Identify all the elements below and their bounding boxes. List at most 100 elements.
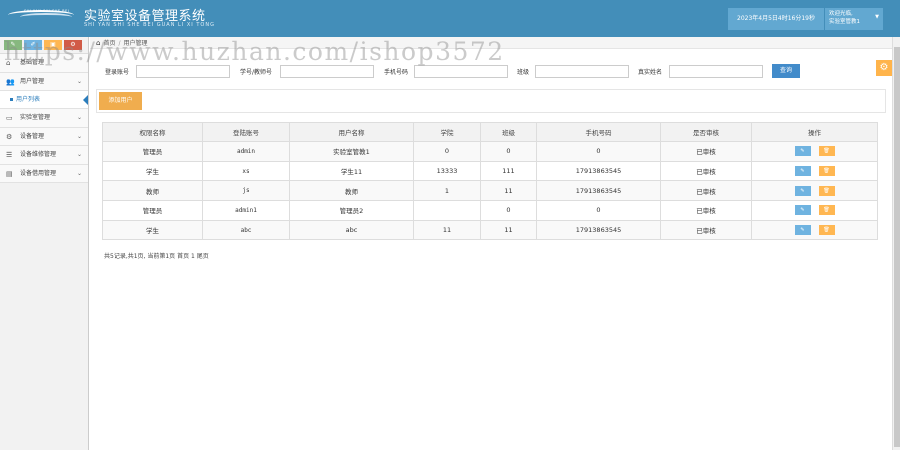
logo: SHI YAN SHI SHE BEI [6, 7, 78, 29]
shortcut-bar: ✎ ✐ ▣ ⚙ [0, 37, 88, 54]
table-cell: admin [202, 141, 290, 162]
sidebar-subitem-user-list[interactable]: 用户列表 [0, 91, 88, 109]
table-cell: admin1 [202, 200, 290, 221]
student-id-label: 学号/教师号 [240, 69, 273, 76]
col-class: 班级 [480, 122, 537, 142]
user-table: 权限名称 登陆账号 用户名称 学院 班级 手机号码 是否审核 操作 管理员 adm… [102, 122, 878, 241]
real-name-input[interactable] [669, 65, 763, 78]
logo-text: SHI YAN SHI SHE BEI [24, 9, 70, 13]
settings-gear-icon[interactable]: ⚙ [876, 60, 892, 76]
trash-icon[interactable]: 🗑 [818, 146, 835, 157]
monitor-icon: ▭ [6, 114, 13, 122]
sidebar: ✎ ✐ ▣ ⚙ ⌂ 基础管理 👥 用户管理 ⌄ 用户列表 ▭ 实验室管理 ⌄ ⚙… [0, 37, 89, 450]
login-account-label: 登录账号 [105, 69, 130, 76]
edit-icon[interactable]: ✎ [794, 146, 811, 157]
real-name-label: 真实姓名 [638, 69, 663, 76]
phone-input[interactable] [414, 65, 508, 78]
edit-icon[interactable]: ✎ [794, 185, 811, 196]
actions-cell: ✎ 🗑 [751, 219, 878, 241]
table-row: 学生 xs 学生11 13333 111 17913863545 已审核 ✎ 🗑 [102, 160, 878, 182]
table-cell: 教师 [289, 180, 414, 202]
trash-icon[interactable]: 🗑 [818, 205, 835, 216]
vertical-scrollbar[interactable] [892, 37, 900, 450]
actions-cell: ✎ 🗑 [751, 180, 878, 202]
shortcut-group-icon[interactable]: ▣ [44, 40, 62, 50]
breadcrumb: ⌂ 首页 / 用户管理 [90, 37, 892, 49]
logo-swoosh-inner [20, 13, 72, 21]
col-phone: 手机号码 [536, 122, 661, 142]
table-header-row: 权限名称 登陆账号 用户名称 学院 班级 手机号码 是否审核 操作 [102, 122, 878, 142]
toolbar: 添加用户 [96, 89, 886, 113]
trash-icon[interactable]: 🗑 [818, 166, 835, 177]
actions-cell: ✎ 🗑 [751, 141, 878, 162]
table-cell: 0 [536, 141, 661, 162]
table-cell: 教师 [102, 180, 203, 202]
shortcut-cogs-icon[interactable]: ⚙ [64, 40, 82, 50]
col-role: 权限名称 [102, 122, 203, 142]
shortcut-pencil-icon[interactable]: ✎ [4, 40, 22, 50]
table-row: 管理员 admin 实验室管教1 0 0 0 已审核 ✎ 🗑 [102, 141, 878, 162]
edit-icon[interactable]: ✎ [794, 225, 811, 236]
table-cell: 1 [413, 180, 481, 202]
sidebar-item-users[interactable]: 👥 用户管理 ⌄ [0, 72, 88, 91]
search-bar: 登录账号 学号/教师号 手机号码 班级 真实姓名 查询 [90, 62, 892, 82]
table-cell: xs [202, 160, 290, 182]
table-cell: 11 [480, 180, 537, 202]
user-menu[interactable]: 欢迎光临, 实验室管教1 ▼ [825, 8, 883, 30]
table-cell: 17913863545 [536, 219, 661, 241]
shortcut-edit-icon[interactable]: ✐ [24, 40, 42, 50]
table-cell: 已审核 [660, 141, 752, 162]
table-cell: 0 [480, 141, 537, 162]
login-account-input[interactable] [136, 65, 230, 78]
table-cell: 学生 [102, 160, 203, 182]
table-cell: js [202, 180, 290, 202]
sidebar-item-equipment[interactable]: ⚙ 设备管理 ⌄ [0, 127, 88, 146]
table-cell: 已审核 [660, 219, 752, 241]
chevron-down-icon: ⌄ [76, 114, 82, 121]
sidebar-item-label: 设备管理 [20, 132, 45, 140]
table-cell: 17913863545 [536, 180, 661, 202]
breadcrumb-home[interactable]: 首页 [103, 40, 115, 47]
col-actions: 操作 [751, 122, 878, 142]
add-user-button[interactable]: 添加用户 [99, 92, 142, 110]
table-cell: 11 [480, 219, 537, 241]
sidebar-item-borrow[interactable]: ▤ 设备借用管理 ⌄ [0, 164, 88, 183]
trash-icon[interactable]: 🗑 [818, 225, 835, 236]
edit-icon[interactable]: ✎ [794, 205, 811, 216]
phone-label: 手机号码 [384, 69, 409, 76]
caret-down-icon: ▼ [875, 14, 879, 20]
book-icon: ▤ [6, 169, 13, 178]
sidebar-item-label: 用户管理 [20, 77, 45, 85]
table-cell: abc [289, 219, 414, 241]
table-row: 管理员 admin1 管理员2 0 0 已审核 ✎ 🗑 [102, 200, 878, 221]
table-cell: 17913863545 [536, 160, 661, 182]
class-input[interactable] [535, 65, 629, 78]
table-cell: 学生 [102, 219, 203, 241]
table-cell: 已审核 [660, 180, 752, 202]
table-cell: 已审核 [660, 160, 752, 182]
sidebar-item-repair[interactable]: ☰ 设备维修管理 ⌄ [0, 146, 88, 165]
sidebar-item-basic[interactable]: ⌂ 基础管理 [0, 54, 88, 73]
sidebar-item-label: 基础管理 [20, 59, 45, 66]
breadcrumb-current: 用户管理 [123, 40, 148, 47]
table-cell: 管理员2 [289, 200, 414, 221]
trash-icon[interactable]: 🗑 [818, 185, 835, 196]
chevron-down-icon: ⌄ [76, 132, 82, 140]
pagination: 共5记录,共1页, 当前第1页 首页 1 尾页 [104, 253, 209, 260]
table-cell: 管理员 [102, 200, 203, 221]
welcome-text: 欢迎光临, [829, 11, 853, 17]
actions-cell: ✎ 🗑 [751, 200, 878, 221]
query-button[interactable]: 查询 [772, 64, 800, 78]
table-row: 学生 abc abc 11 11 17913863545 已审核 ✎ 🗑 [102, 219, 878, 241]
edit-icon[interactable]: ✎ [794, 166, 811, 177]
list-icon: ☰ [6, 151, 13, 159]
username: 实验室管教1 [829, 18, 860, 25]
home-icon: ⌂ [6, 59, 11, 67]
student-id-input[interactable] [280, 65, 374, 78]
chevron-down-icon: ⌄ [76, 77, 82, 85]
table-cell: 学生11 [289, 160, 414, 182]
breadcrumb-separator: / [118, 40, 121, 47]
sidebar-item-lab[interactable]: ▭ 实验室管理 ⌄ [0, 109, 88, 128]
table-cell [413, 200, 481, 221]
scrollbar-thumb[interactable] [894, 47, 900, 447]
